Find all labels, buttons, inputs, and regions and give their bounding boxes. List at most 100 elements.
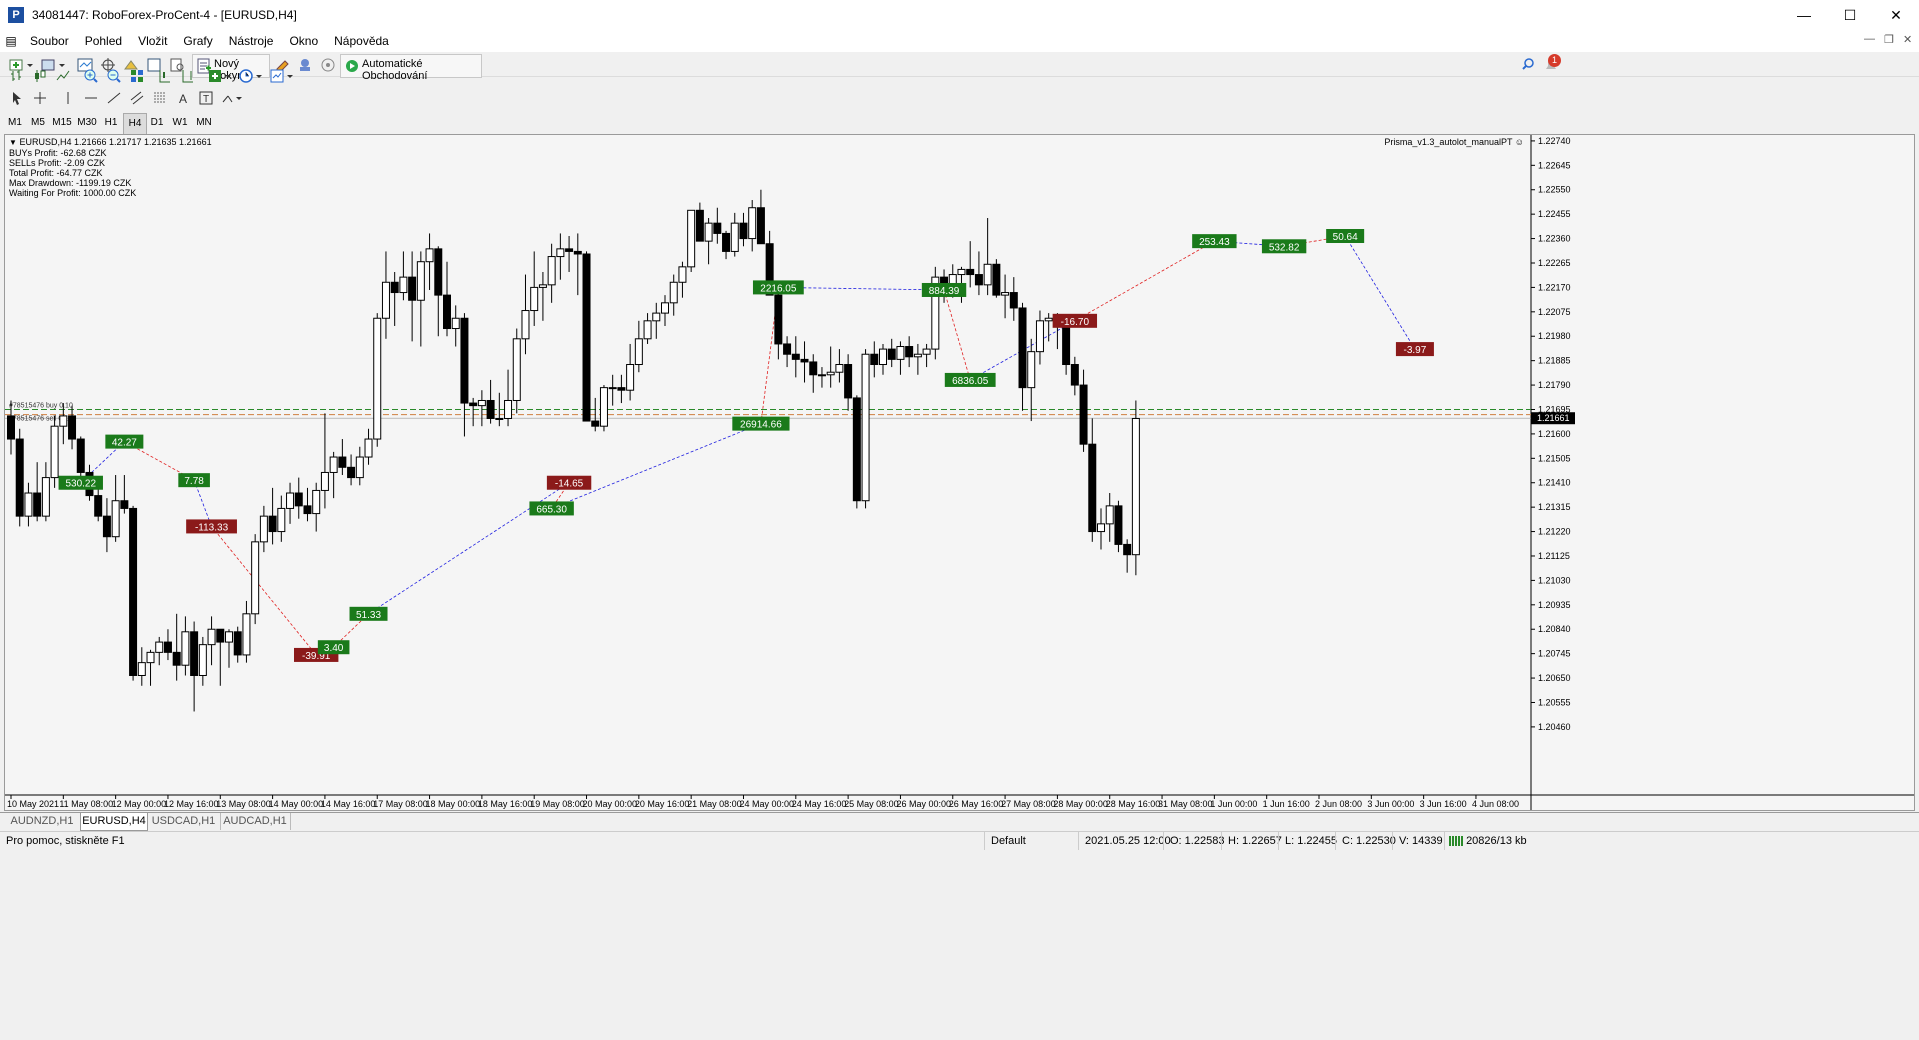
price-tick-label: 1.21220: [1538, 527, 1571, 537]
menu-grafy[interactable]: Grafy: [175, 30, 220, 52]
close-button[interactable]: ✕: [1873, 0, 1919, 30]
cursor-button[interactable]: [6, 88, 28, 108]
profile-name[interactable]: Default: [984, 832, 1026, 850]
auto-scroll-button[interactable]: [154, 66, 176, 86]
timeframe-h1-button[interactable]: H1: [100, 113, 122, 133]
timeframe-w1-button[interactable]: W1: [169, 113, 191, 133]
help-text: Pro pomoc, stiskněte F1: [6, 835, 125, 847]
trade-profit-label: 532.82: [1269, 242, 1300, 253]
timeframe-m5-button[interactable]: M5: [27, 113, 49, 133]
time-tick-label: 18 May 00:00: [426, 799, 481, 809]
chart-menu-icon[interactable]: ▤: [0, 34, 22, 48]
trade-profit-label: -3.97: [1404, 345, 1427, 356]
text-label-button[interactable]: T: [195, 88, 217, 108]
status-close: C: 1.22530: [1335, 832, 1396, 850]
candle-body: [879, 348, 887, 366]
fibonacci-button[interactable]: [149, 88, 171, 108]
text-tool-button[interactable]: A: [172, 88, 194, 108]
timeframe-m30-button[interactable]: M30: [75, 113, 99, 133]
periods-button[interactable]: [236, 66, 266, 86]
candle-body: [547, 256, 556, 286]
equidistant-channel-button[interactable]: [126, 88, 148, 108]
time-tick-label: 10 May 2021: [7, 799, 59, 809]
timeframe-mn-button[interactable]: MN: [192, 113, 216, 133]
tab-usdcad[interactable]: USDCAD,H1: [147, 813, 221, 830]
trade-profit-label: 51.33: [356, 610, 381, 621]
price-tick-label: 1.20935: [1538, 600, 1571, 610]
status-low: L: 1.22455: [1278, 832, 1337, 850]
status-open: O: 1.22583: [1163, 832, 1224, 850]
horizontal-line-button[interactable]: [80, 88, 102, 108]
time-tick-label: 20 May 00:00: [583, 799, 638, 809]
bar-chart-button[interactable]: [6, 66, 28, 86]
menu-vlozit[interactable]: Vložit: [130, 30, 175, 52]
time-tick-label: 28 May 00:00: [1053, 799, 1108, 809]
candle-body: [844, 364, 853, 399]
child-close-icon[interactable]: ✕: [1903, 33, 1912, 46]
candle-body: [599, 387, 608, 427]
chart-shift-button[interactable]: [177, 66, 199, 86]
child-restore-icon[interactable]: ❐: [1884, 33, 1894, 46]
connection-status: 20826/13 kb: [1444, 832, 1527, 850]
price-tick-label: 1.21980: [1538, 331, 1571, 341]
tab-audcad[interactable]: AUDCAD,H1: [220, 813, 291, 830]
collapse-indicator-icon[interactable]: ▼: [9, 138, 17, 147]
trade-profit-label: 530.22: [65, 479, 96, 490]
price-chart[interactable]: 1.22740 1.22645 1.22550 1.22455 1.22360 1.222…: [5, 135, 1914, 810]
candle-body: [617, 387, 626, 391]
tile-windows-button[interactable]: [126, 66, 148, 86]
candle-body: [556, 248, 565, 258]
menu-pohled[interactable]: Pohled: [77, 30, 130, 52]
price-tick-label: 1.22075: [1538, 307, 1571, 317]
candle-body: [312, 489, 321, 515]
menu-soubor[interactable]: Soubor: [22, 30, 77, 52]
candle-body: [68, 415, 77, 440]
child-minimize-icon[interactable]: —: [1864, 33, 1875, 45]
zoom-in-button[interactable]: [80, 66, 102, 86]
zoom-out-button[interactable]: [103, 66, 125, 86]
candlestick-chart-button[interactable]: [29, 66, 51, 86]
templates-button[interactable]: [267, 66, 297, 86]
chart-symbol-header: ▼ EURUSD,H4 1.21666 1.21717 1.21635 1.21…: [9, 137, 212, 147]
sells-profit-label: SELLs Profit: -2.09 CZK: [9, 158, 106, 168]
candle-body: [887, 348, 896, 360]
indicators-button[interactable]: [205, 66, 235, 86]
price-tick-label: 1.21790: [1538, 380, 1571, 390]
candle-body: [329, 456, 338, 473]
crosshair-button[interactable]: [29, 88, 51, 108]
candle-body: [774, 294, 783, 345]
timeframe-h4-button[interactable]: H4: [123, 113, 147, 135]
tab-audnzd[interactable]: AUDNZD,H1: [4, 813, 81, 830]
menu-bar: ▤ Soubor Pohled Vložit Grafy Nástroje Okno Nápo…: [0, 30, 1919, 52]
line-chart-button[interactable]: [52, 66, 74, 86]
vertical-line-button[interactable]: [57, 88, 79, 108]
candle-body: [817, 374, 826, 377]
candle-body: [748, 207, 757, 240]
tab-eurusd[interactable]: EURUSD,H4: [80, 813, 148, 831]
menu-okno[interactable]: Okno: [281, 30, 326, 52]
candle-body: [102, 515, 111, 538]
price-tick-label: 1.22265: [1538, 258, 1571, 268]
trade-profit-label: 7.78: [184, 476, 204, 487]
candle-body: [172, 651, 181, 666]
candle-body: [7, 415, 15, 440]
time-tick-label: 12 May 00:00: [112, 799, 167, 809]
price-tick-label: 1.22455: [1538, 209, 1571, 219]
timeframe-m15-button[interactable]: M15: [50, 113, 74, 133]
time-tick-label: 17 May 08:00: [373, 799, 428, 809]
candle-body: [76, 438, 85, 473]
candle-body: [1123, 543, 1132, 556]
timeframe-d1-button[interactable]: D1: [146, 113, 168, 133]
time-tick-label: 24 May 00:00: [739, 799, 794, 809]
menu-napoveda[interactable]: Nápověda: [326, 30, 397, 52]
minimize-button[interactable]: —: [1781, 0, 1827, 30]
chart-window[interactable]: 1.22740 1.22645 1.22550 1.22455 1.22360 1.222…: [4, 134, 1915, 811]
candle-body: [364, 438, 373, 458]
status-bar: Pro pomoc, stiskněte F1 Default 2021.05.…: [0, 831, 1919, 1040]
menu-nastroje[interactable]: Nástroje: [221, 30, 282, 52]
trendline-button[interactable]: [103, 88, 125, 108]
arrows-button[interactable]: [218, 88, 246, 108]
maximize-button[interactable]: ☐: [1827, 0, 1873, 30]
candle-body: [469, 402, 478, 407]
timeframe-m1-button[interactable]: M1: [4, 113, 26, 133]
